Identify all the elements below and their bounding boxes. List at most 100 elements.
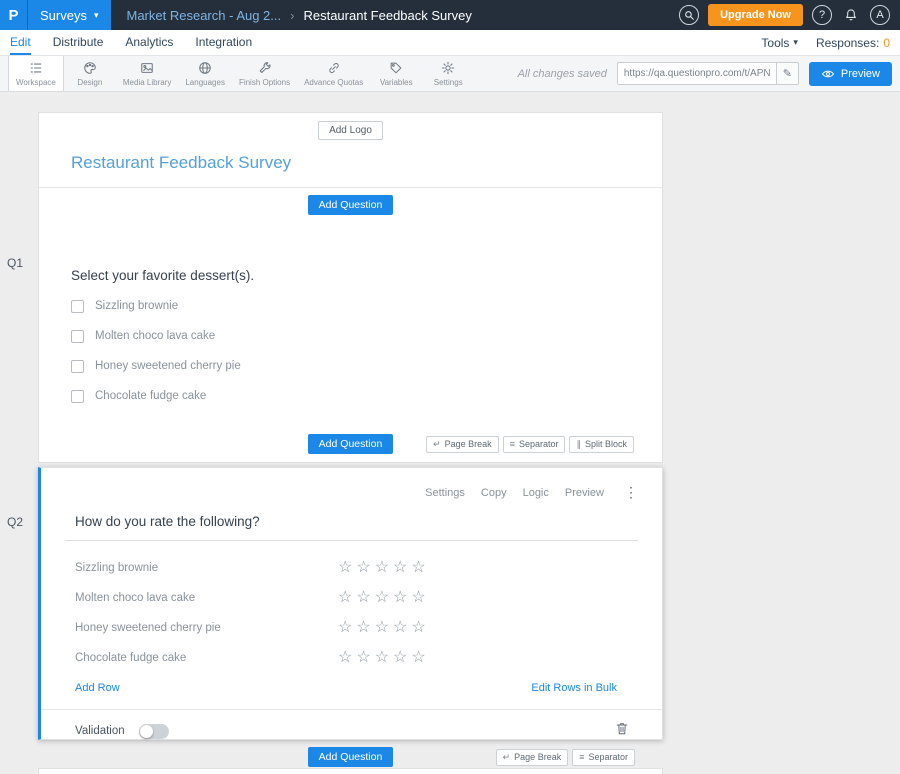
question-code-q1: Q1 (7, 256, 23, 270)
page-break-icon: ↵ (433, 440, 441, 449)
toolbar-item-workspace[interactable]: Workspace (8, 56, 64, 91)
page-break-button[interactable]: ↵ Page Break (426, 436, 499, 453)
toolbar-item-label: Settings (434, 78, 463, 87)
checkbox-option[interactable]: Sizzling brownie (71, 299, 630, 313)
tab-distribute[interactable]: Distribute (53, 30, 104, 55)
star-icon[interactable] (393, 560, 407, 576)
toolbar-item-variables[interactable]: Variables (370, 56, 422, 91)
page-break-button[interactable]: ↵ Page Break (496, 749, 569, 766)
surveys-dropdown[interactable]: Surveys ▾ (28, 0, 111, 30)
star-icon[interactable] (356, 560, 370, 576)
checkbox[interactable] (71, 360, 84, 373)
toolbar-item-finish-options[interactable]: Finish Options (232, 56, 297, 91)
survey-editor-canvas: Q1 Q2 Add Logo Restaurant Feedback Surve… (0, 92, 900, 774)
rating-row-label[interactable]: Sizzling brownie (75, 562, 338, 574)
toolbar-item-settings[interactable]: Settings (422, 56, 474, 91)
star-icon[interactable] (356, 650, 370, 666)
question-preview-link[interactable]: Preview (565, 487, 604, 499)
star-icon[interactable] (375, 560, 389, 576)
row-actions: Add Row Edit Rows in Bulk (75, 682, 617, 694)
edit-rows-in-bulk-link[interactable]: Edit Rows in Bulk (531, 682, 617, 694)
page-break-label: Page Break (514, 752, 561, 762)
delete-question-button[interactable] (615, 721, 629, 741)
rating-row-label[interactable]: Chocolate fudge cake (75, 652, 338, 664)
separator-button[interactable]: ≡ Separator (503, 436, 566, 453)
question-1-text[interactable]: Select your favorite dessert(s). (71, 268, 630, 283)
question-settings-link[interactable]: Settings (425, 487, 465, 499)
breadcrumb-folder[interactable]: Market Research - Aug 2... (127, 8, 282, 23)
edit-url-button[interactable]: ✎ (776, 63, 798, 84)
star-icon[interactable] (375, 590, 389, 606)
checkbox-option[interactable]: Molten choco lava cake (71, 329, 630, 343)
survey-block-1: Add Logo Restaurant Feedback Survey Add … (38, 112, 663, 463)
star-icon[interactable] (411, 590, 425, 606)
separator-button[interactable]: ≡ Separator (572, 749, 635, 766)
validation-toggle[interactable] (139, 724, 169, 739)
main-tab-bar: Edit Distribute Analytics Integration To… (0, 30, 900, 56)
question-2-card[interactable]: Settings Copy Logic Preview ⋮ How do you… (38, 467, 663, 740)
link-icon (327, 61, 341, 75)
checkbox-option[interactable]: Honey sweetened cherry pie (71, 359, 630, 373)
user-avatar[interactable]: A (870, 5, 890, 25)
palette-icon (83, 61, 97, 75)
add-question-button[interactable]: Add Question (308, 747, 394, 767)
survey-title[interactable]: Restaurant Feedback Survey (71, 153, 662, 173)
star-icon[interactable] (338, 650, 352, 666)
notifications-button[interactable] (841, 5, 861, 25)
star-icon[interactable] (356, 590, 370, 606)
toolbar-item-design[interactable]: Design (64, 56, 116, 91)
caret-down-icon: ▾ (94, 11, 99, 20)
split-block-icon: ∥ (576, 440, 581, 449)
split-block-button[interactable]: ∥ Split Block (569, 436, 634, 453)
checkbox[interactable] (71, 390, 84, 403)
questionpro-logo[interactable]: P (0, 0, 28, 30)
tab-integration[interactable]: Integration (195, 30, 252, 55)
star-icon[interactable] (375, 620, 389, 636)
question-footer: Validation (75, 721, 629, 741)
checkbox[interactable] (71, 330, 84, 343)
tab-edit[interactable]: Edit (10, 30, 31, 55)
rating-row: Molten choco lava cake (75, 583, 638, 613)
star-icon[interactable] (393, 590, 407, 606)
add-question-button[interactable]: Add Question (308, 195, 394, 215)
search-button[interactable] (679, 5, 699, 25)
question-copy-link[interactable]: Copy (481, 487, 507, 499)
question-1[interactable]: Select your favorite dessert(s). Sizzlin… (39, 222, 662, 403)
star-icon[interactable] (356, 620, 370, 636)
page-break-label: Page Break (445, 439, 492, 449)
star-icon[interactable] (411, 650, 425, 666)
survey-url-input[interactable] (618, 63, 776, 84)
star-icon[interactable] (411, 560, 425, 576)
toolbar-item-languages[interactable]: Languages (178, 56, 232, 91)
question-2-text[interactable]: How do you rate the following? (65, 514, 638, 541)
star-icon[interactable] (393, 620, 407, 636)
star-icon[interactable] (338, 620, 352, 636)
more-options-icon[interactable]: ⋮ (620, 484, 642, 501)
checkbox[interactable] (71, 300, 84, 313)
star-icon[interactable] (393, 650, 407, 666)
question-logic-link[interactable]: Logic (523, 487, 549, 499)
tools-dropdown[interactable]: Tools ▾ (761, 36, 798, 50)
star-icon[interactable] (338, 560, 352, 576)
add-row-link[interactable]: Add Row (75, 682, 120, 694)
star-icon[interactable] (338, 590, 352, 606)
rating-row-label[interactable]: Molten choco lava cake (75, 592, 338, 604)
help-button[interactable]: ? (812, 5, 832, 25)
upgrade-now-button[interactable]: Upgrade Now (708, 4, 803, 26)
preview-button[interactable]: Preview (809, 62, 892, 86)
tab-analytics[interactable]: Analytics (125, 30, 173, 55)
star-icon[interactable] (375, 650, 389, 666)
responses-indicator[interactable]: Responses: 0 (816, 36, 890, 50)
block-structure-buttons: ↵ Page Break ≡ Separator (496, 749, 635, 766)
toolbar-item-advance-quotas[interactable]: Advance Quotas (297, 56, 370, 91)
rating-row-label[interactable]: Honey sweetened cherry pie (75, 622, 338, 634)
block-structure-buttons: ↵ Page Break ≡ Separator ∥ Split Block (426, 436, 634, 453)
star-icon[interactable] (411, 620, 425, 636)
add-logo-button[interactable]: Add Logo (318, 121, 383, 140)
toolbar-item-media-library[interactable]: Media Library (116, 56, 178, 91)
checkbox-option[interactable]: Chocolate fudge cake (71, 389, 630, 403)
pencil-icon: ✎ (783, 67, 792, 80)
add-question-button[interactable]: Add Question (308, 434, 394, 454)
survey-url-field: ✎ (617, 62, 799, 85)
option-label: Molten choco lava cake (95, 330, 215, 342)
